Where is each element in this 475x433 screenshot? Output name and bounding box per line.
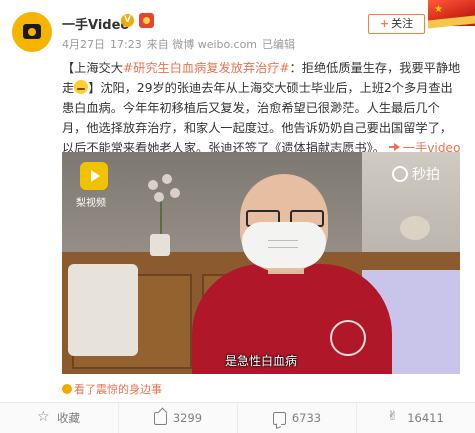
pear-video-logo-icon — [80, 162, 108, 190]
favorite-label: 收藏 — [57, 411, 80, 425]
comment-count: 6733 — [291, 411, 322, 425]
medal-icon[interactable] — [139, 13, 154, 28]
sweater-emblem — [330, 320, 366, 356]
star-decoration-icon: ★ — [434, 4, 443, 15]
video-frame-window — [362, 152, 460, 262]
verified-icon[interactable]: V — [121, 14, 134, 27]
miaopai-logo-icon — [392, 166, 408, 182]
eye-icon — [62, 384, 72, 394]
post-header: 一手Video V 4月27日 17:23 来自 微博 weibo.com 已编辑 +… — [0, 0, 475, 58]
hashtag-link[interactable]: #研究生白血病复发放弃治疗# — [123, 61, 290, 75]
flower — [148, 180, 158, 190]
camera-icon — [23, 24, 41, 39]
post-text-part1: 【上海交大 — [62, 61, 123, 75]
comment-button[interactable]: 6733 — [238, 403, 357, 433]
video-frame-pillow — [68, 264, 138, 356]
share-button[interactable]: 3299 — [119, 403, 238, 433]
like-icon — [387, 409, 401, 425]
pear-video-logo-text: 梨视频 — [76, 198, 106, 209]
mask-logo — [268, 240, 298, 248]
ribbon-decoration — [428, 15, 475, 29]
follow-button[interactable]: + 关注 — [368, 14, 425, 34]
star-icon — [37, 409, 51, 425]
video-subtitle: 是急性白血病 — [224, 354, 297, 368]
action-bar: 收藏 3299 6733 16411 — [0, 403, 475, 433]
like-count: 16411 — [407, 411, 444, 425]
post-meta: 4月27日 17:23 来自 微博 weibo.com 已编辑 — [62, 36, 300, 52]
follow-label: 关注 — [391, 17, 414, 30]
flower — [154, 192, 164, 202]
video-frame-plush — [400, 216, 430, 240]
flower — [162, 174, 172, 184]
video-player[interactable]: 梨视频 秒拍 是急性白血病 — [62, 152, 460, 374]
flag-decoration-icon: ★ — [428, 0, 475, 29]
miaopai-watermark: 秒拍 — [412, 167, 440, 183]
favorite-button[interactable]: 收藏 — [0, 403, 119, 433]
person-mask — [242, 222, 326, 268]
share-icon — [153, 411, 167, 425]
author-name[interactable]: 一手Video — [62, 14, 129, 33]
post-source[interactable]: 来自 微博 weibo.com — [147, 38, 257, 51]
share-count: 3299 — [172, 411, 203, 425]
edited-label[interactable]: 已编辑 — [262, 38, 295, 51]
story-link[interactable]: 看了震惊的身边事 — [62, 381, 162, 397]
author-avatar[interactable] — [12, 12, 52, 52]
like-button[interactable]: 16411 — [357, 403, 475, 433]
video-frame-vase — [150, 234, 170, 256]
flower — [170, 188, 180, 198]
story-link-label: 看了震惊的身边事 — [74, 383, 162, 396]
post-time[interactable]: 17:23 — [110, 38, 142, 51]
plus-icon: + — [379, 17, 390, 30]
sad-emoji-icon — [74, 80, 89, 94]
post-date[interactable]: 4月27日 — [62, 38, 105, 51]
comment-icon — [272, 411, 286, 425]
